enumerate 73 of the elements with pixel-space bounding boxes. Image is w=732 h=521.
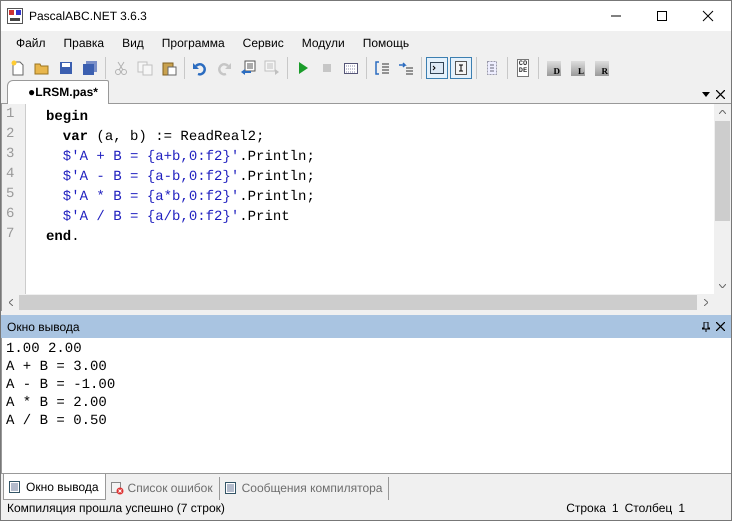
line-number: 5 bbox=[5, 184, 16, 204]
page-button[interactable]: D bbox=[543, 57, 565, 80]
dotted-grid-icon bbox=[343, 60, 359, 76]
redo-icon bbox=[216, 60, 232, 76]
output-window-icon bbox=[8, 480, 22, 494]
save-icon bbox=[58, 60, 74, 76]
console-icon bbox=[429, 60, 445, 76]
code-line: var (a, b) := ReadReal2; bbox=[62, 128, 266, 147]
copy-icon bbox=[137, 60, 153, 76]
line-number: 4 bbox=[5, 164, 16, 184]
page-button[interactable]: R bbox=[591, 57, 613, 80]
panel-tab[interactable]: Окно вывода bbox=[3, 474, 106, 500]
output-line: A - B = -1.00 bbox=[6, 376, 116, 394]
pin-icon[interactable] bbox=[702, 322, 710, 332]
scissors-icon bbox=[113, 60, 129, 76]
scroll-up-icon[interactable] bbox=[719, 110, 726, 114]
column-value: 1 bbox=[678, 500, 685, 517]
toolbar-button[interactable] bbox=[450, 57, 472, 80]
menu-item[interactable]: Сервис bbox=[234, 34, 293, 52]
line-number: 6 bbox=[5, 204, 16, 224]
document-arrow-icon bbox=[264, 60, 280, 76]
text-cursor-icon bbox=[453, 60, 469, 76]
close-icon[interactable] bbox=[716, 322, 725, 332]
line-number: 7 bbox=[5, 224, 16, 244]
panel-title: Окно вывода bbox=[7, 318, 80, 336]
menu-item[interactable]: Модули bbox=[292, 34, 354, 52]
document-arrow-icon bbox=[240, 60, 256, 76]
panel-tab[interactable]: Список ошибок bbox=[106, 477, 220, 500]
output-line: A * B = 2.00 bbox=[6, 394, 108, 412]
list-icon bbox=[484, 60, 500, 76]
menu-item[interactable]: Помощь bbox=[354, 34, 418, 52]
message-list-icon bbox=[224, 481, 238, 496]
menu-item[interactable]: Программа bbox=[152, 34, 234, 52]
output-line: A / B = 0.50 bbox=[6, 412, 108, 430]
panel-tab[interactable]: Сообщения компилятора bbox=[220, 477, 390, 500]
undo-icon bbox=[192, 60, 208, 76]
step-into-icon bbox=[374, 60, 390, 76]
save-all-icon bbox=[82, 60, 98, 76]
code-line: end. bbox=[46, 228, 81, 247]
scroll-down-icon[interactable] bbox=[719, 284, 726, 288]
error-list-icon bbox=[110, 481, 124, 496]
toolbar-button[interactable] bbox=[426, 57, 448, 80]
code-line: $'A / B = {a/b,0:f2}'.Print bbox=[62, 208, 291, 227]
code-line: $'A + B = {a+b,0:f2}'.Println; bbox=[62, 148, 316, 167]
app-icon bbox=[7, 8, 23, 24]
close-icon[interactable] bbox=[716, 90, 725, 99]
maximize-icon[interactable] bbox=[656, 10, 668, 22]
column-label: Столбец bbox=[624, 500, 672, 517]
vertical-scrollbar[interactable] bbox=[714, 104, 731, 294]
status-message: Компиляция прошла успешно (7 строк) bbox=[7, 500, 225, 517]
new-file-icon bbox=[10, 60, 26, 76]
output-line: A + B = 3.00 bbox=[6, 358, 108, 376]
page-button[interactable]: L bbox=[567, 57, 589, 80]
line-label: Строка bbox=[566, 500, 606, 517]
line-number: 3 bbox=[5, 144, 16, 164]
menu-item[interactable]: Правка bbox=[54, 34, 114, 52]
line-value: 1 bbox=[612, 500, 619, 517]
clipboard-icon bbox=[161, 60, 177, 76]
window-title: PascalABC.NET 3.6.3 bbox=[29, 8, 147, 25]
menu-item[interactable]: Файл bbox=[7, 34, 55, 52]
code-line: $'A * B = {a*b,0:f2}'.Println; bbox=[62, 188, 316, 207]
dropdown-icon[interactable] bbox=[702, 92, 710, 97]
code-line: begin bbox=[46, 108, 90, 127]
step-over-icon bbox=[398, 60, 414, 76]
close-icon[interactable] bbox=[702, 10, 714, 22]
line-number: 2 bbox=[5, 124, 16, 144]
scroll-right-icon[interactable] bbox=[704, 299, 708, 306]
file-tab[interactable]: ●LRSM.pas* bbox=[7, 80, 109, 104]
code-line: $'A - B = {a-b,0:f2}'.Println; bbox=[62, 168, 316, 187]
output-line: 1.00 2.00 bbox=[6, 340, 83, 358]
line-number: 1 bbox=[5, 104, 16, 124]
menu-item[interactable]: Вид bbox=[113, 34, 153, 52]
scroll-left-icon[interactable] bbox=[8, 299, 12, 306]
